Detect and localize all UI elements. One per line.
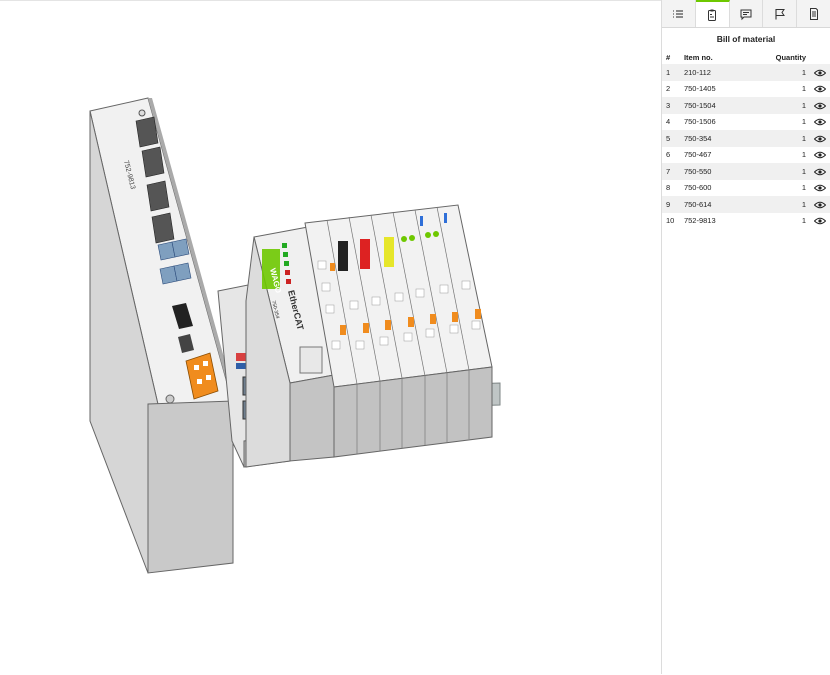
table-row[interactable]: 6 750-467 1 — [662, 147, 830, 164]
quantity: 1 — [775, 163, 811, 180]
table-row[interactable]: 7 750-550 1 — [662, 163, 830, 180]
eye-icon[interactable] — [814, 85, 827, 93]
row-number: 5 — [662, 130, 684, 147]
quantity: 1 — [801, 183, 807, 193]
table-row[interactable]: 9 750-614 1 — [662, 196, 830, 213]
quantity: 1 — [775, 97, 811, 114]
comment-icon — [740, 9, 752, 20]
row-number: 9 — [662, 196, 684, 213]
row-number: 4 — [666, 117, 671, 127]
table-row[interactable]: 8 750-600 1 — [662, 180, 830, 197]
table-row[interactable]: 4 750-1506 1 — [662, 114, 830, 131]
quantity: 1 — [801, 150, 807, 160]
row-number: 6 — [666, 150, 671, 160]
panel-tabs — [662, 0, 830, 28]
item-number: 750-354 — [683, 130, 776, 147]
tab-flags[interactable] — [763, 0, 798, 27]
document-icon — [809, 7, 818, 20]
item-number: 750-600 — [683, 183, 712, 193]
flag-icon — [775, 8, 785, 19]
row-number: 10 — [666, 216, 675, 226]
item-number: 750-550 — [683, 163, 776, 180]
list-icon — [673, 9, 684, 18]
item-number: 750-1504 — [683, 97, 776, 114]
tab-bill-of-material[interactable] — [695, 0, 730, 27]
column-header-num: # — [666, 52, 671, 62]
row-number: 2 — [666, 84, 671, 94]
clipboard-icon — [708, 9, 717, 21]
row-number: 1 — [662, 64, 684, 81]
side-panel: Bill of material # Item no. Quantity 1 21… — [661, 0, 830, 674]
eye-icon[interactable] — [814, 168, 827, 176]
eye-icon[interactable] — [814, 184, 827, 192]
eye-icon[interactable] — [814, 151, 827, 159]
quantity: 1 — [775, 196, 811, 213]
item-number: 750-614 — [683, 196, 776, 213]
tab-comments[interactable] — [730, 0, 764, 27]
item-number: 210-112 — [683, 64, 776, 81]
table-row[interactable]: 10 752-9813 1 — [662, 213, 830, 230]
eye-icon[interactable] — [814, 102, 827, 110]
eye-icon[interactable] — [814, 217, 827, 225]
quantity: 1 — [775, 130, 811, 147]
eye-icon[interactable] — [814, 69, 827, 77]
eye-icon[interactable] — [814, 135, 827, 143]
controller-module[interactable]: 752-9813 — [89, 97, 236, 574]
item-number: 750-1506 — [683, 117, 716, 127]
item-number: 752-9813 — [683, 216, 716, 226]
3d-viewport[interactable]: 752-9813 WAGO EtherCAT 750-354 — [0, 0, 661, 674]
quantity: 1 — [801, 216, 807, 226]
tab-list[interactable] — [662, 0, 696, 27]
eye-icon[interactable] — [814, 118, 827, 126]
table-row[interactable]: 2 750-1405 1 — [662, 81, 830, 98]
device-assembly-render[interactable]: 752-9813 WAGO EtherCAT 750-354 — [0, 1, 661, 675]
eye-icon[interactable] — [814, 201, 827, 209]
row-number: 7 — [662, 163, 684, 180]
item-number: 750-1405 — [683, 84, 716, 94]
row-number: 3 — [662, 97, 684, 114]
panel-title: Bill of material — [716, 34, 776, 44]
quantity: 1 — [801, 84, 807, 94]
table-row[interactable]: 1 210-112 1 — [662, 64, 830, 81]
column-header-item: Item no. — [683, 52, 713, 62]
item-number: 750-467 — [683, 150, 712, 160]
quantity: 1 — [801, 117, 807, 127]
bom-table: # Item no. Quantity 1 210-112 1 2 750-1405 1 3… — [662, 50, 830, 229]
table-row[interactable]: 5 750-354 1 — [662, 130, 830, 147]
tab-document[interactable] — [797, 0, 830, 27]
table-row[interactable]: 3 750-1504 1 — [662, 97, 830, 114]
quantity: 1 — [775, 64, 811, 81]
column-header-quantity: Quantity — [775, 52, 807, 62]
row-number: 8 — [666, 183, 671, 193]
